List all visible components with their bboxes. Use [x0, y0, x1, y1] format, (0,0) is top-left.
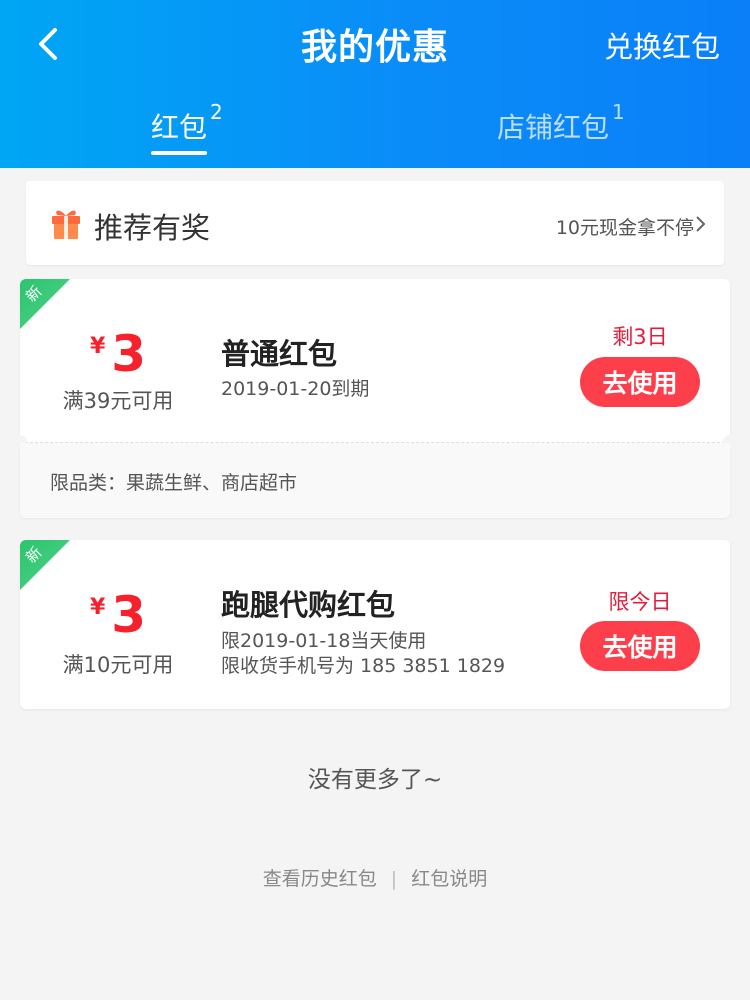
currency-symbol: ¥: [89, 334, 106, 359]
coupon-limit-text: 限品类：果蔬生鲜、商店超市: [50, 472, 298, 494]
chevron-right-icon: [696, 216, 706, 232]
coupon-amount: ¥3: [28, 586, 208, 644]
tab-shop-red-packet[interactable]: 店铺红包 1: [497, 100, 625, 146]
coupon-desc-line: 2019-01-20到期: [221, 378, 370, 400]
coupon-condition: 满39元可用: [62, 389, 174, 413]
footer-separator: |: [390, 868, 398, 890]
recommend-title: 推荐有奖: [94, 211, 211, 245]
amount-value: 3: [111, 325, 147, 383]
coupon-amount: ¥3: [28, 325, 208, 383]
coupon-name: 普通红包: [221, 337, 338, 371]
gift-icon: [52, 210, 80, 239]
tab-count: 2: [210, 100, 223, 124]
header-bar: 我的优惠 兑换红包 红包 2 店铺红包 1: [0, 0, 750, 168]
coupon-remaining-days: 剩3日: [612, 325, 668, 349]
exchange-red-packet-link[interactable]: 兑换红包: [604, 24, 720, 66]
coupon-name: 跑腿代购红包: [221, 588, 396, 622]
currency-symbol: ¥: [89, 595, 106, 620]
recommend-reward-banner[interactable]: 推荐有奖 10元现金拿不停: [26, 181, 724, 265]
red-packet-explain-link[interactable]: 红包说明: [411, 868, 487, 890]
new-badge: 新: [20, 540, 70, 590]
tab-label: 店铺红包: [497, 111, 610, 144]
coupon-card: 新 ¥3 满10元可用 跑腿代购红包 限2019-01-18当天使用 限收货手机…: [20, 540, 730, 709]
tab-hongbao[interactable]: 红包 2: [151, 100, 223, 146]
coupon-condition: 满10元可用: [62, 653, 174, 677]
coupon-desc-line: 限收货手机号为 185 3851 1829: [221, 655, 506, 677]
coupon-remaining-days: 限今日: [608, 590, 672, 614]
tab-count: 1: [612, 100, 625, 124]
tab-label: 红包: [151, 111, 208, 144]
use-coupon-button[interactable]: 去使用: [580, 621, 700, 671]
history-red-packet-link[interactable]: 查看历史红包: [263, 868, 377, 890]
recommend-subtitle: 10元现金拿不停: [555, 217, 694, 239]
coupon-desc-line: 限2019-01-18当天使用: [221, 630, 427, 652]
coupon-limit-area: 限品类：果蔬生鲜、商店超市: [20, 443, 730, 518]
active-tab-indicator: [151, 151, 207, 155]
footer-links: 查看历史红包 | 红包说明: [0, 864, 750, 891]
no-more-text: 没有更多了~: [307, 767, 443, 793]
coupon-card: 新 ¥3 满39元可用 普通红包 2019-01-20到期 剩3日 去使用 限品…: [13, 279, 737, 518]
use-coupon-button[interactable]: 去使用: [580, 357, 700, 407]
new-badge: 新: [20, 279, 70, 329]
amount-value: 3: [111, 586, 147, 644]
